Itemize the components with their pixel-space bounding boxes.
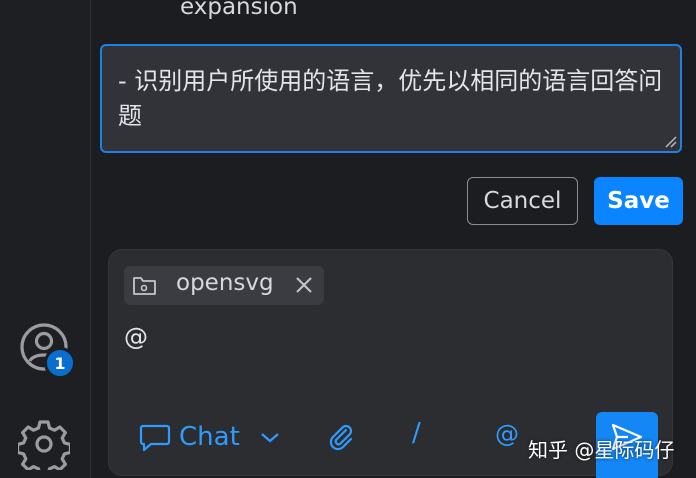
- notification-badge: 1: [44, 347, 76, 379]
- chevron-down-icon[interactable]: [259, 428, 281, 446]
- folder-icon: [133, 277, 156, 295]
- prompt-editor[interactable]: - 识别用户所使用的语言，优先以相同的语言回答问题: [100, 44, 682, 153]
- paperclip-icon[interactable]: [327, 422, 355, 452]
- close-icon[interactable]: [293, 274, 315, 296]
- save-button[interactable]: Save: [594, 177, 683, 225]
- resize-handle-icon[interactable]: [664, 135, 677, 148]
- activity-bar: 1: [0, 0, 91, 478]
- slash-command-button[interactable]: /: [412, 418, 421, 448]
- prompt-editor-value[interactable]: - 识别用户所使用的语言，优先以相同的语言回答问题: [118, 67, 662, 130]
- cancel-button[interactable]: Cancel: [467, 177, 578, 225]
- context-chip-label: opensvg: [176, 270, 274, 296]
- chat-input-value[interactable]: @: [124, 323, 148, 351]
- chat-bubble-icon: [139, 424, 171, 452]
- gear-icon[interactable]: [18, 418, 70, 470]
- chat-mode-label: Chat: [179, 422, 240, 452]
- chat-mode-button[interactable]: Chat: [139, 419, 240, 455]
- previous-item-text: expansion: [180, 0, 298, 20]
- mention-button[interactable]: @: [495, 420, 519, 448]
- watermark: 知乎 @星际码仔: [528, 438, 675, 462]
